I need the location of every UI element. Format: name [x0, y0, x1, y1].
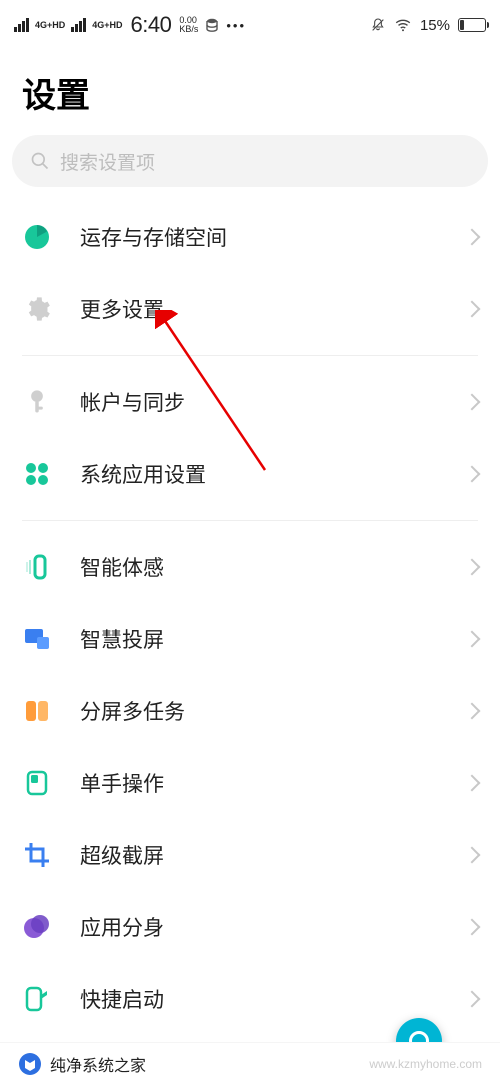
dnd-icon — [370, 17, 386, 33]
row-label: 帐户与同步 — [80, 387, 185, 417]
gear-icon — [22, 294, 52, 324]
search-icon — [30, 151, 50, 171]
row-split-screen[interactable]: 分屏多任务 — [22, 675, 478, 747]
status-kbs: 0.00KB/s — [179, 16, 198, 34]
status-time: 6:40 — [131, 12, 172, 38]
chevron-right-icon — [464, 847, 481, 864]
chevron-right-icon — [464, 703, 481, 720]
row-label: 智慧投屏 — [80, 624, 164, 654]
page-title: 设置 — [0, 50, 500, 135]
row-app-clone[interactable]: 应用分身 — [22, 891, 478, 963]
row-label: 单手操作 — [80, 768, 164, 798]
cast-icon — [22, 624, 52, 654]
crop-icon — [22, 840, 52, 870]
row-label: 快捷启动 — [80, 984, 164, 1014]
chevron-right-icon — [464, 631, 481, 648]
chevron-right-icon — [464, 301, 481, 318]
phone-motion-icon — [22, 552, 52, 582]
row-more-settings[interactable]: 更多设置 — [22, 273, 478, 345]
row-account-sync[interactable]: 帐户与同步 — [22, 366, 478, 438]
split-icon — [22, 696, 52, 726]
row-label: 更多设置 — [80, 294, 164, 324]
row-label: 系统应用设置 — [80, 459, 206, 489]
quick-launch-icon — [22, 984, 52, 1014]
chevron-right-icon — [464, 559, 481, 576]
row-system-apps[interactable]: 系统应用设置 — [22, 438, 478, 510]
row-one-hand[interactable]: 单手操作 — [22, 747, 478, 819]
battery-pct: 15% — [420, 17, 450, 34]
clone-icon — [22, 912, 52, 942]
chevron-right-icon — [464, 466, 481, 483]
row-label: 分屏多任务 — [80, 696, 185, 726]
chevron-right-icon — [464, 991, 481, 1008]
row-label: 运存与存储空间 — [80, 222, 227, 252]
chevron-right-icon — [464, 394, 481, 411]
row-label: 智能体感 — [80, 552, 164, 582]
more-icon: ••• — [226, 18, 246, 33]
chevron-right-icon — [464, 919, 481, 936]
key-icon — [22, 387, 52, 417]
data-icon — [204, 17, 220, 33]
footer-brand: 纯净系统之家 — [50, 1052, 146, 1076]
status-right: 15% — [370, 16, 486, 34]
divider — [22, 520, 478, 521]
chevron-right-icon — [464, 229, 481, 246]
row-super-screenshot[interactable]: 超级截屏 — [22, 819, 478, 891]
row-smart-cast[interactable]: 智慧投屏 — [22, 603, 478, 675]
row-storage[interactable]: 运存与存储空间 — [22, 201, 478, 273]
footer: 纯净系统之家 www.kzmyhome.com — [0, 1042, 500, 1084]
settings-list: 运存与存储空间 更多设置 帐户与同步 系统应用设置 智能体感 — [0, 187, 500, 1035]
net-2: 4G+HD — [92, 21, 122, 30]
apps-icon — [22, 459, 52, 489]
battery-icon — [458, 18, 486, 32]
search-input[interactable]: 搜索设置项 — [12, 135, 488, 187]
one-hand-icon — [22, 768, 52, 798]
pie-icon — [22, 222, 52, 252]
chevron-right-icon — [464, 775, 481, 792]
footer-logo-icon — [18, 1052, 42, 1076]
row-motion[interactable]: 智能体感 — [22, 531, 478, 603]
status-left: 4G+HD 4G+HD 6:40 0.00KB/s ••• — [14, 12, 246, 38]
divider — [22, 355, 478, 356]
status-bar: 4G+HD 4G+HD 6:40 0.00KB/s ••• 15% — [0, 0, 500, 50]
row-label: 应用分身 — [80, 912, 164, 942]
row-label: 超级截屏 — [80, 840, 164, 870]
wifi-icon — [394, 16, 412, 34]
signal-1-icon — [14, 18, 29, 32]
signal-2-icon — [71, 18, 86, 32]
net-1: 4G+HD — [35, 21, 65, 30]
footer-url: www.kzmyhome.com — [369, 1057, 482, 1071]
search-placeholder: 搜索设置项 — [60, 148, 155, 175]
